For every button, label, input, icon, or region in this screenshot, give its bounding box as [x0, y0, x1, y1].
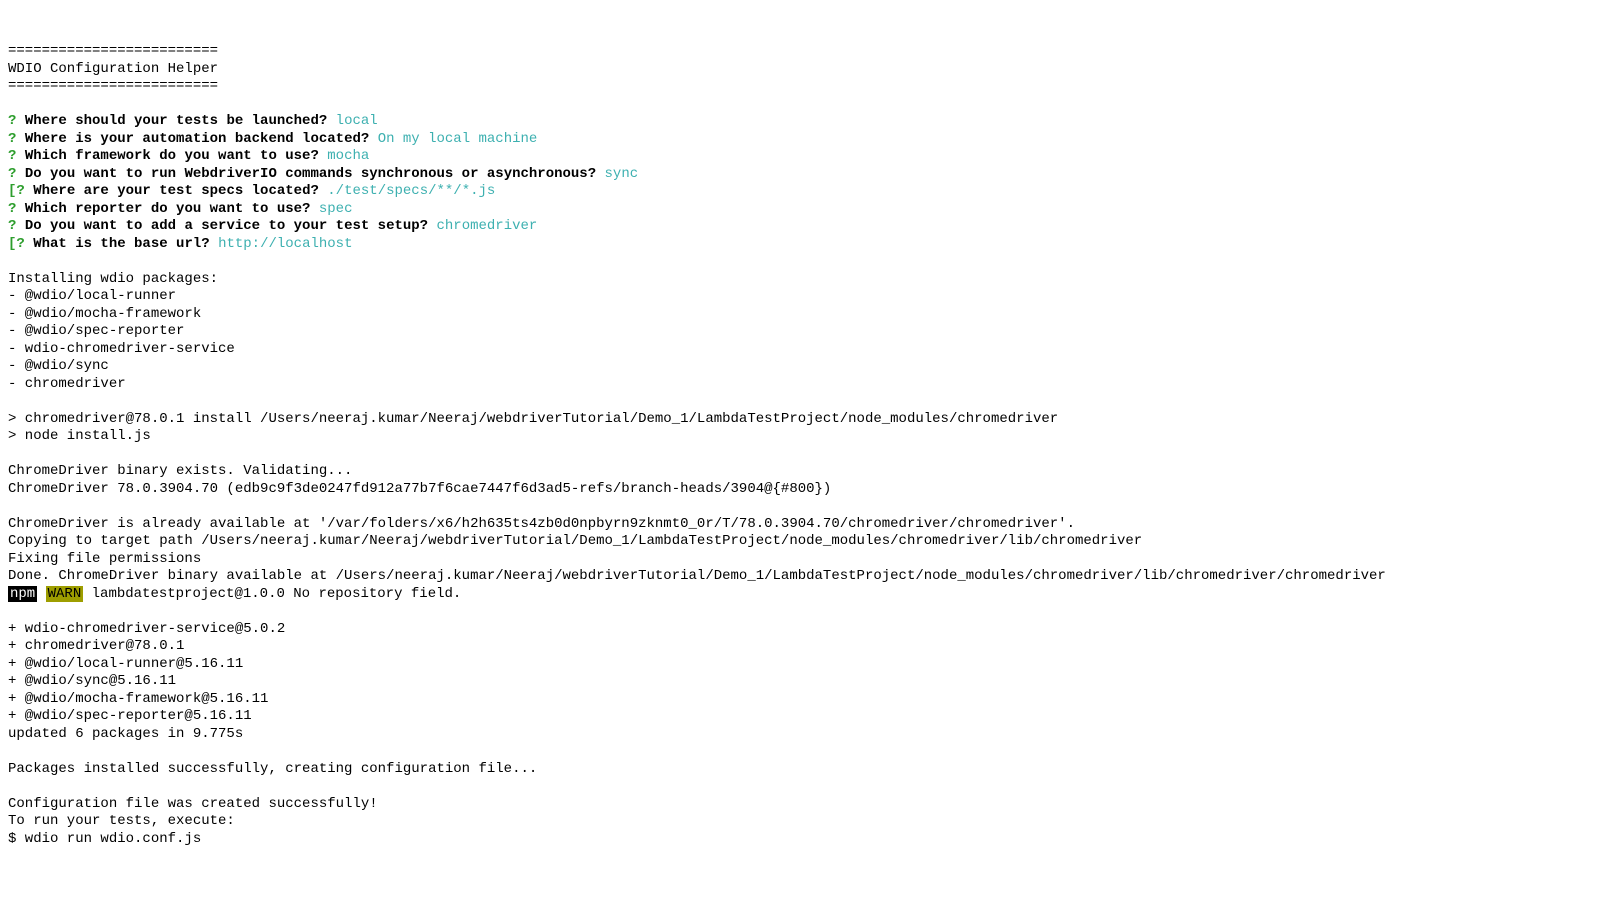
question-mark: [? [8, 183, 25, 199]
answer-text: mocha [327, 148, 369, 164]
question-text: Which framework do you want to use? [25, 148, 319, 164]
install-package: - @wdio/sync [8, 358, 109, 374]
question-mark: ? [8, 148, 16, 164]
question-text: Do you want to run WebdriverIO commands … [25, 166, 596, 182]
answer-text: chromedriver [436, 218, 537, 234]
added-package: + @wdio/spec-reporter@5.16.11 [8, 708, 252, 724]
separator-top: ========================= [8, 43, 218, 59]
added-package: + chromedriver@78.0.1 [8, 638, 184, 654]
npm-badge: npm [8, 586, 37, 602]
success-line: Packages installed successfully, creatin… [8, 761, 537, 777]
answer-text: spec [319, 201, 353, 217]
separator-bottom: ========================= [8, 78, 218, 94]
install-package: - chromedriver [8, 376, 126, 392]
output-line: ChromeDriver binary exists. Validating..… [8, 463, 352, 479]
command-line: > node install.js [8, 428, 151, 444]
added-package: + @wdio/sync@5.16.11 [8, 673, 176, 689]
question-mark: [? [8, 236, 25, 252]
answer-text: local [336, 113, 378, 129]
command-line: > chromedriver@78.0.1 install /Users/nee… [8, 411, 1058, 427]
question-text: Which reporter do you want to use? [25, 201, 311, 217]
output-line: Fixing file permissions [8, 551, 201, 567]
install-package: - @wdio/mocha-framework [8, 306, 201, 322]
success-line: Configuration file was created successfu… [8, 796, 378, 812]
output-line: Done. ChromeDriver binary available at /… [8, 568, 1386, 584]
question-mark: ? [8, 166, 16, 182]
question-text: Do you want to add a service to your tes… [25, 218, 428, 234]
answer-text: On my local machine [378, 131, 538, 147]
warn-badge: WARN [46, 586, 84, 602]
success-line: To run your tests, execute: [8, 813, 235, 829]
question-text: Where should your tests be launched? [25, 113, 327, 129]
added-package: + @wdio/local-runner@5.16.11 [8, 656, 243, 672]
answer-text: http://localhost [218, 236, 352, 252]
question-mark: ? [8, 131, 16, 147]
question-mark: ? [8, 113, 16, 129]
install-package: - wdio-chromedriver-service [8, 341, 235, 357]
added-package: + wdio-chromedriver-service@5.0.2 [8, 621, 285, 637]
output-line: ChromeDriver 78.0.3904.70 (edb9c9f3de024… [8, 481, 831, 497]
answer-text: sync [605, 166, 639, 182]
question-mark: ? [8, 201, 16, 217]
question-text: Where are your test specs located? [33, 183, 319, 199]
updated-line: updated 6 packages in 9.775s [8, 726, 243, 742]
terminal-output: ========================= WDIO Configura… [8, 43, 1592, 848]
question-mark: ? [8, 218, 16, 234]
header-title: WDIO Configuration Helper [8, 61, 218, 77]
install-package: - @wdio/local-runner [8, 288, 176, 304]
question-text: Where is your automation backend located… [25, 131, 369, 147]
warn-message: lambdatestproject@1.0.0 No repository fi… [83, 586, 461, 602]
question-text: What is the base url? [33, 236, 209, 252]
output-line: ChromeDriver is already available at '/v… [8, 516, 1075, 532]
added-package: + @wdio/mocha-framework@5.16.11 [8, 691, 268, 707]
run-command: $ wdio run wdio.conf.js [8, 831, 201, 847]
answer-text: ./test/specs/**/*.js [327, 183, 495, 199]
install-header: Installing wdio packages: [8, 271, 218, 287]
output-line: Copying to target path /Users/neeraj.kum… [8, 533, 1142, 549]
install-package: - @wdio/spec-reporter [8, 323, 184, 339]
